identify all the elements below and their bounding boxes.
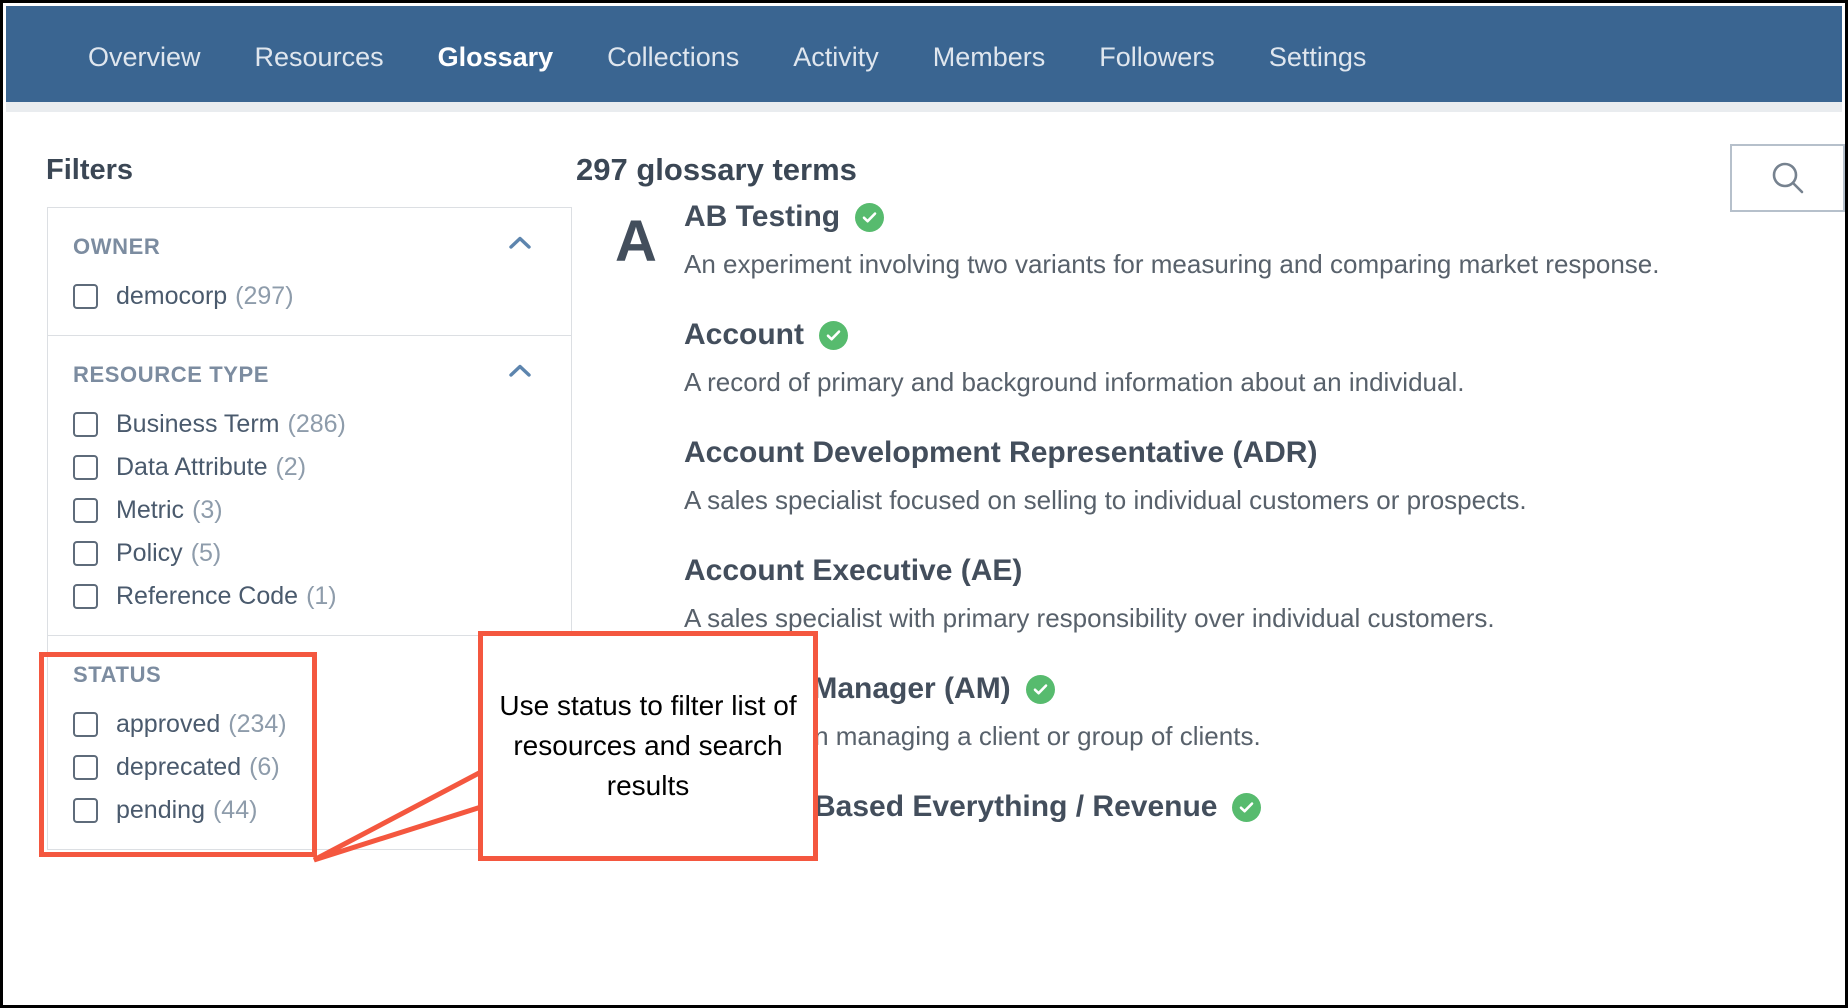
term-header: Account Development Representative (ADR) [684, 436, 1842, 471]
checkbox[interactable] [73, 541, 98, 566]
filter-option-count: (297) [235, 282, 294, 310]
term-header: AB Testing [684, 200, 1842, 235]
checkbox[interactable] [73, 798, 98, 823]
term-name[interactable]: Account Development Representative (ADR) [684, 436, 1317, 471]
term-header: Account Manager (AM) [684, 672, 1842, 707]
term-header: Account Executive (AE) [684, 554, 1842, 589]
chevron-up-icon[interactable] [509, 364, 531, 377]
nav-items-container: Overview Resources Glossary Collections Acti… [6, 6, 1842, 109]
checkbox[interactable] [73, 284, 98, 309]
filter-option-reference-code[interactable]: Reference Code (1) [73, 582, 571, 611]
filter-option-count: (1) [306, 582, 337, 610]
checkbox[interactable] [73, 712, 98, 737]
term-name[interactable]: AB Testing [684, 200, 840, 235]
glossary-terms-list: AB Testing An experiment involving two va… [684, 200, 1842, 863]
nav-bottom-strip [6, 102, 1842, 112]
nav-item-activity[interactable]: Activity [766, 6, 906, 109]
glossary-term: Account A record of primary and backgroun… [684, 318, 1842, 398]
filter-option-label: Policy [116, 539, 183, 567]
filter-group-header: RESOURCE TYPE [73, 362, 270, 387]
filter-option-label: Reference Code [116, 582, 299, 610]
search-icon [1768, 158, 1808, 198]
nav-item-collections[interactable]: Collections [580, 6, 766, 109]
filters-sidebar: Filters OWNER democorp (297) RESOURCE TYPE B… [6, 112, 576, 1002]
filter-option-count: (286) [287, 410, 346, 438]
checkbox[interactable] [73, 498, 98, 523]
filter-group-resource-type: RESOURCE TYPE Business Term (286) Data Attr… [48, 336, 571, 636]
approved-check-icon [1025, 674, 1055, 704]
filters-heading: Filters [46, 154, 134, 186]
chevron-up-icon[interactable] [509, 236, 531, 249]
nav-item-followers[interactable]: Followers [1072, 6, 1242, 109]
filter-option-label: Business Term [116, 410, 280, 438]
filter-option-business-term[interactable]: Business Term (286) [73, 410, 571, 439]
filter-option-count: (3) [192, 496, 223, 524]
nav-item-members[interactable]: Members [906, 6, 1073, 109]
glossary-term: Account Executive (AE) A sales specialist… [684, 554, 1842, 634]
checkbox[interactable] [73, 412, 98, 437]
glossary-term: Account Development Representative (ADR)… [684, 436, 1842, 516]
top-navigation-bar: Overview Resources Glossary Collections Acti… [6, 6, 1842, 109]
filter-option-label: approved [116, 710, 221, 738]
term-name[interactable]: Account Executive (AE) [684, 554, 1022, 589]
page-content: Filters OWNER democorp (297) RESOURCE TYPE B… [6, 112, 1845, 1002]
filter-option-count: (234) [228, 710, 287, 738]
annotation-text: Use status to filter list of resources a… [499, 690, 797, 801]
checkbox[interactable] [73, 455, 98, 480]
nav-item-glossary[interactable]: Glossary [411, 6, 581, 109]
glossary-term: AB Testing An experiment involving two va… [684, 200, 1842, 280]
nav-item-resources[interactable]: Resources [228, 6, 411, 109]
nav-item-settings[interactable]: Settings [1242, 6, 1394, 109]
term-description: An experiment involving two variants for… [684, 248, 1660, 279]
term-description: A sales specialist with primary responsi… [684, 602, 1495, 633]
filter-option-count: (5) [190, 539, 222, 567]
checkbox[interactable] [73, 584, 98, 609]
filter-option-count: (44) [212, 796, 258, 824]
nav-item-overview[interactable]: Overview [61, 6, 228, 109]
approved-check-icon [819, 320, 848, 350]
term-header: Account-Based Everything / Revenue [684, 790, 1842, 825]
filter-option-democorp[interactable]: democorp (297) [73, 282, 571, 311]
glossary-term: Account-Based Everything / Revenue [684, 790, 1842, 825]
filter-option-label: pending [116, 796, 205, 824]
filter-group-owner: OWNER democorp (297) [48, 208, 571, 336]
filter-option-count: (2) [275, 453, 307, 481]
filter-option-data-attribute[interactable]: Data Attribute (2) [73, 453, 571, 482]
glossary-main: 297 glossary terms A AB Testing An experi… [576, 112, 1845, 1002]
filter-option-policy[interactable]: Policy (5) [73, 539, 571, 568]
filter-option-metric[interactable]: Metric (3) [73, 496, 571, 525]
filter-option-label: democorp [116, 282, 228, 310]
glossary-term: Account Manager (AM) Salesperson managing… [684, 672, 1842, 752]
term-name[interactable]: Account [684, 318, 804, 353]
app-window: Overview Resources Glossary Collections Acti… [0, 0, 1848, 1008]
term-description: A record of primary and background infor… [684, 366, 1465, 397]
term-header: Account [684, 318, 1842, 353]
page-title: 297 glossary terms [576, 152, 857, 187]
filter-option-label: deprecated [116, 753, 242, 781]
term-description: Salesperson managing a client or group o… [684, 720, 1261, 751]
approved-check-icon [1232, 792, 1262, 822]
checkbox[interactable] [73, 755, 98, 780]
filter-group-header: OWNER [73, 234, 161, 259]
approved-check-icon [855, 202, 885, 232]
filter-option-label: Data Attribute [116, 453, 268, 481]
filter-option-count: (6) [249, 753, 280, 781]
term-description: A sales specialist focused on selling to… [684, 484, 1527, 515]
letter-group-heading: A [615, 209, 657, 274]
annotation-callout: Use status to filter list of resources a… [478, 631, 818, 861]
filter-option-label: Metric [116, 496, 185, 524]
